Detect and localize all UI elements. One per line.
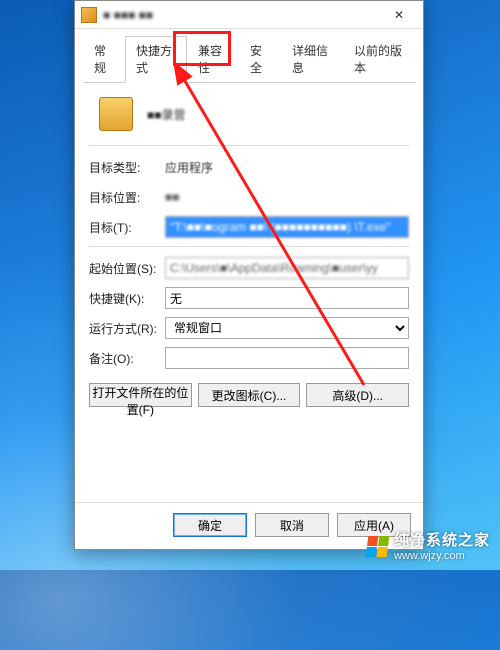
- action-buttons: 打开文件所在的位置(F) 更改图标(C)... 高级(D)...: [89, 383, 409, 407]
- input-start-in[interactable]: [165, 257, 409, 279]
- label-target: 目标(T):: [89, 219, 165, 236]
- input-shortcut-key[interactable]: [165, 287, 409, 309]
- tab-label: 安全: [250, 44, 262, 75]
- row-target: 目标(T):: [89, 216, 409, 238]
- tab-shortcut[interactable]: 快捷方式: [125, 36, 187, 83]
- window-controls: ✕: [379, 2, 419, 28]
- watermark-logo-icon: [364, 535, 389, 557]
- label-target-location: 目标位置:: [89, 189, 165, 206]
- tab-label: 快捷方式: [136, 44, 172, 75]
- tab-label: 常规: [94, 44, 106, 75]
- row-comment: 备注(O):: [89, 347, 409, 369]
- row-shortcut-key: 快捷键(K):: [89, 287, 409, 309]
- tab-details[interactable]: 详细信息: [281, 36, 343, 83]
- label-run-mode: 运行方式(R):: [89, 320, 165, 337]
- label-shortcut-key: 快捷键(K):: [89, 290, 165, 307]
- label-target-type: 目标类型:: [89, 159, 165, 176]
- change-icon-button[interactable]: 更改图标(C)...: [198, 383, 301, 407]
- input-comment[interactable]: [165, 347, 409, 369]
- row-target-type: 目标类型: 应用程序: [89, 156, 409, 178]
- properties-dialog: ■ ■■■ ■■ ✕ 常规 快捷方式 兼容性 安全 详细信息 以前的版本 ■■录…: [74, 0, 424, 550]
- row-run-mode: 运行方式(R): 常规窗口: [89, 317, 409, 339]
- select-run-mode[interactable]: 常规窗口: [165, 317, 409, 339]
- watermark-text-block: 纯净系统之家 www.wjzy.com: [394, 529, 490, 562]
- input-target[interactable]: [165, 216, 409, 238]
- watermark-url: www.wjzy.com: [394, 550, 490, 562]
- title-icon: [81, 7, 97, 23]
- tab-label: 兼容性: [198, 44, 222, 75]
- app-header: ■■录营: [99, 97, 409, 131]
- divider: [89, 145, 409, 146]
- tab-compatibility[interactable]: 兼容性: [187, 36, 239, 83]
- close-icon: ✕: [394, 8, 404, 22]
- app-name: ■■录营: [147, 106, 186, 123]
- open-file-location-button[interactable]: 打开文件所在的位置(F): [89, 383, 192, 407]
- row-start-in: 起始位置(S):: [89, 257, 409, 279]
- tab-label: 详细信息: [292, 44, 328, 75]
- ok-button[interactable]: 确定: [173, 513, 247, 537]
- tab-label: 以前的版本: [354, 44, 402, 75]
- watermark: 纯净系统之家 www.wjzy.com: [366, 529, 490, 562]
- close-button[interactable]: ✕: [379, 2, 419, 28]
- label-start-in: 起始位置(S):: [89, 260, 165, 277]
- tab-content: ■■录营 目标类型: 应用程序 目标位置: ■■ 目标(T): 起始位置(S):…: [75, 83, 423, 502]
- window-title: ■ ■■■ ■■: [103, 8, 153, 22]
- divider: [89, 246, 409, 247]
- tab-strip: 常规 快捷方式 兼容性 安全 详细信息 以前的版本: [83, 35, 415, 83]
- advanced-button[interactable]: 高级(D)...: [306, 383, 409, 407]
- row-target-location: 目标位置: ■■: [89, 186, 409, 208]
- tab-security[interactable]: 安全: [239, 36, 281, 83]
- watermark-brand: 纯净系统之家: [394, 529, 490, 550]
- tab-previous[interactable]: 以前的版本: [343, 36, 415, 83]
- app-icon: [99, 97, 133, 131]
- value-target-location: ■■: [165, 190, 409, 204]
- tab-general[interactable]: 常规: [83, 36, 125, 83]
- value-target-type: 应用程序: [165, 159, 409, 176]
- label-comment: 备注(O):: [89, 350, 165, 367]
- titlebar[interactable]: ■ ■■■ ■■ ✕: [75, 1, 423, 29]
- cancel-button[interactable]: 取消: [255, 513, 329, 537]
